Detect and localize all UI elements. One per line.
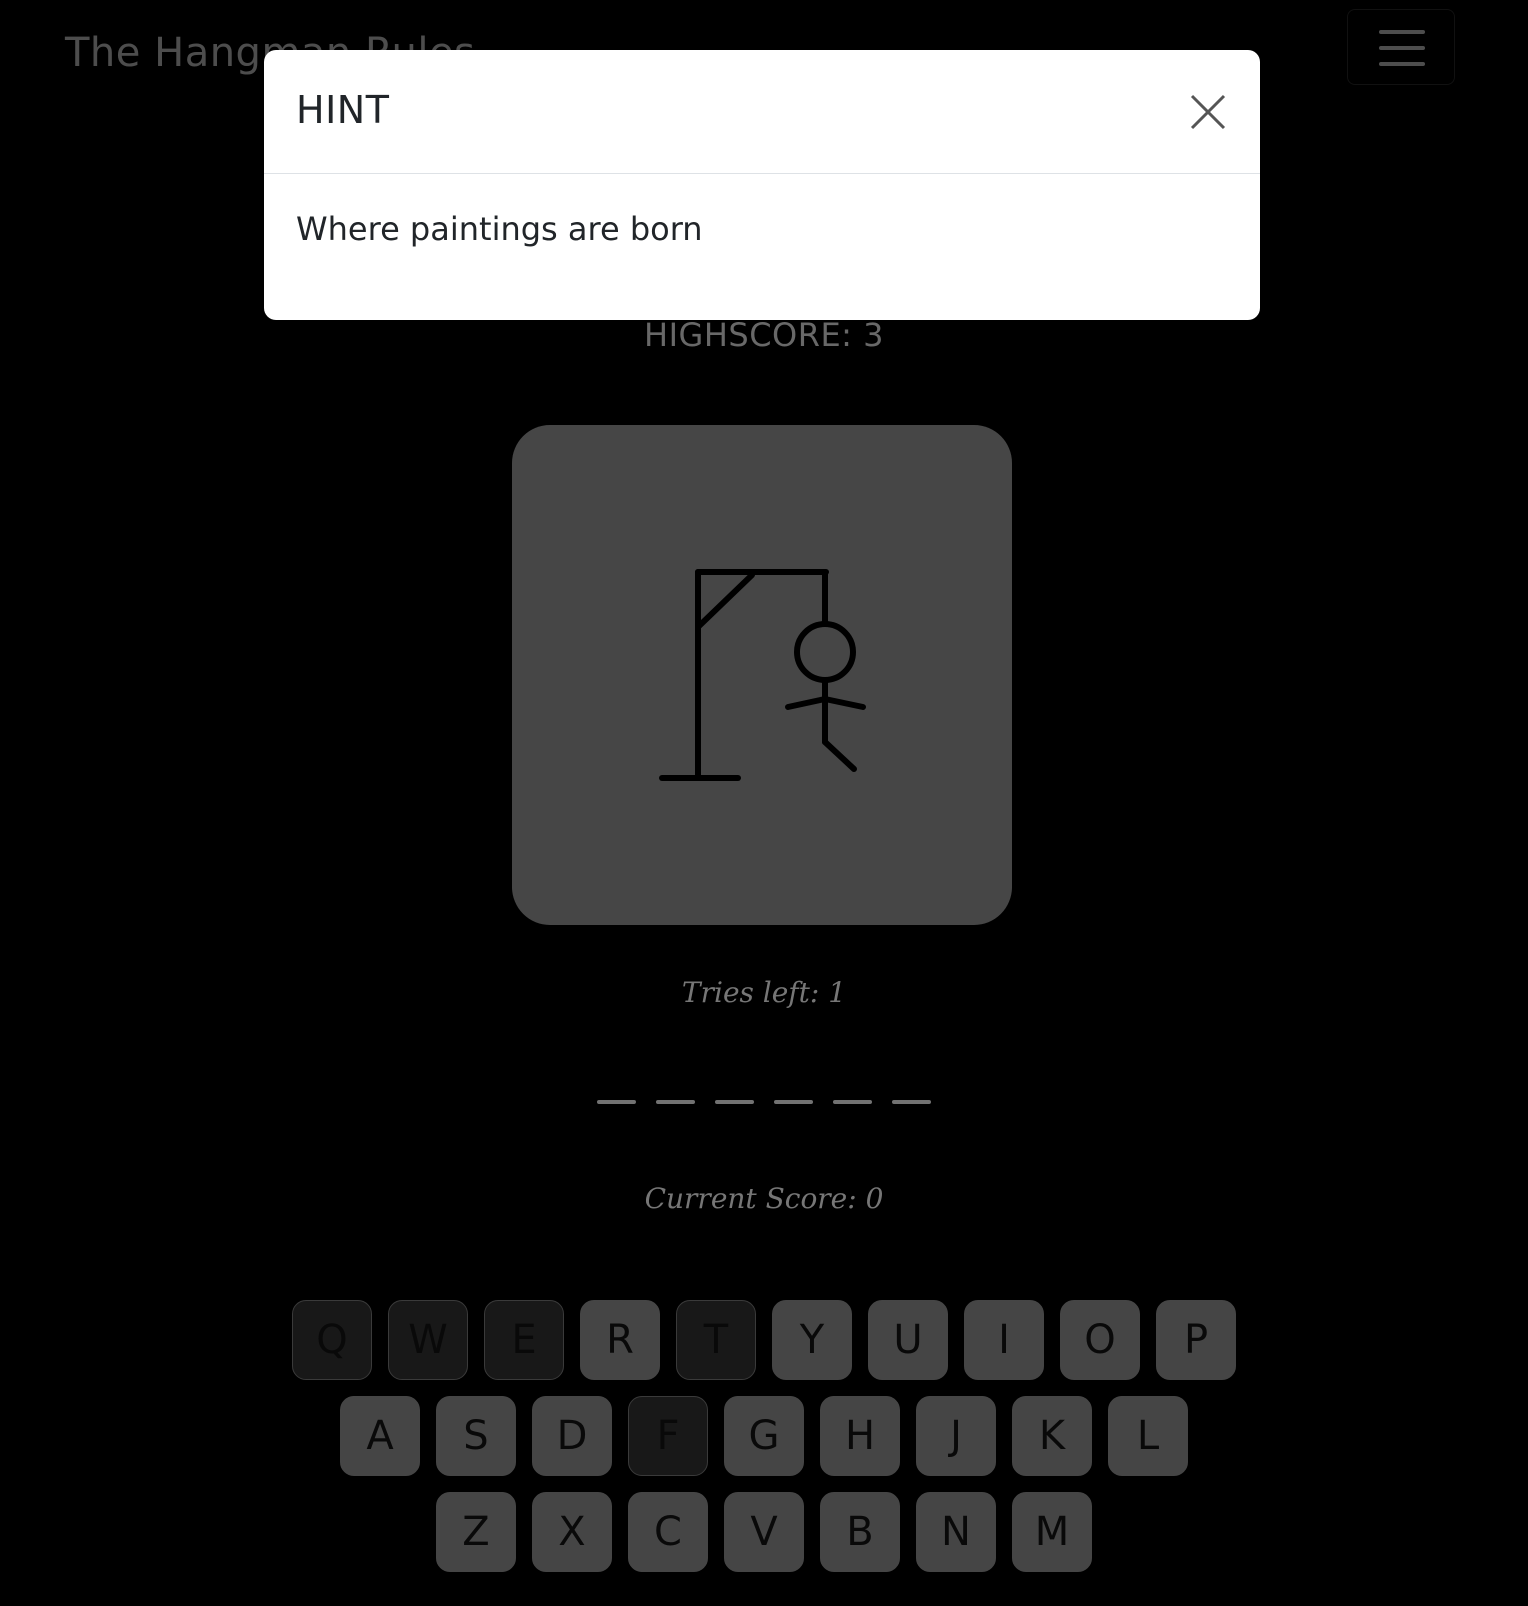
close-icon: [1190, 94, 1226, 130]
hint-text: Where paintings are born: [296, 210, 703, 248]
hint-modal: HINT Where paintings are born: [264, 50, 1260, 320]
modal-title: HINT: [296, 88, 390, 132]
modal-header: HINT: [264, 50, 1260, 174]
close-button[interactable]: [1190, 94, 1226, 130]
